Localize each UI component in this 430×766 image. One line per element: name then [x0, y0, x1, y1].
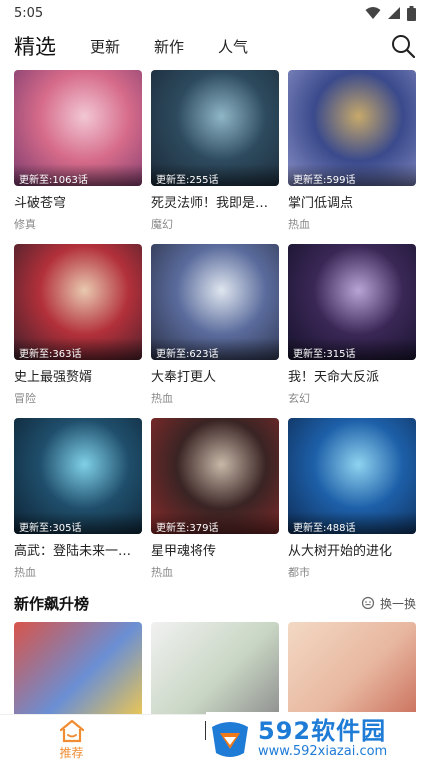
update-badge: 更新至:305话	[14, 512, 142, 534]
comic-cover[interactable]: 更新至:623话	[151, 244, 279, 360]
comic-card[interactable]: 更新至:255话 死灵法师！我即是天灾 魔幻	[151, 70, 279, 244]
cover-art	[151, 622, 279, 722]
comic-card[interactable]: 更新至:1063话 斗破苍穹 修真	[14, 70, 142, 244]
update-badge: 更新至:363话	[14, 338, 142, 360]
watermark-text: 592软件园 www.592xiazai.com	[258, 718, 387, 760]
update-badge: 更新至:315话	[288, 338, 416, 360]
update-badge: 更新至:623话	[151, 338, 279, 360]
comic-genre: 热血	[14, 566, 36, 579]
wifi-icon	[365, 7, 381, 19]
refresh-icon	[361, 596, 375, 610]
comic-title[interactable]: 从大树开始的进化	[288, 540, 416, 559]
update-badge: 更新至:1063话	[14, 164, 142, 186]
comic-title[interactable]: 我！天命大反派	[288, 366, 416, 385]
comic-genre: 玄幻	[288, 392, 310, 405]
nav-recommend[interactable]: 推荐	[0, 715, 143, 766]
update-badge: 更新至:599话	[288, 164, 416, 186]
update-badge: 更新至:379话	[151, 512, 279, 534]
comic-title[interactable]: 斗破苍穹	[14, 192, 142, 211]
comic-card[interactable]: 更新至:379话 星甲魂将传 热血	[151, 418, 279, 592]
nav-recommend-label: 推荐	[59, 746, 84, 760]
comic-genre: 冒险	[14, 392, 36, 405]
search-icon[interactable]	[390, 33, 416, 59]
comic-cover[interactable]: 更新至:379话	[151, 418, 279, 534]
comic-card[interactable]: 更新至:623话 大奉打更人 热血	[151, 244, 279, 418]
comic-cover[interactable]	[151, 622, 279, 722]
refresh-label: 换一换	[379, 596, 416, 611]
comic-genre: 热血	[151, 392, 173, 405]
tab-popular[interactable]: 人气	[218, 36, 248, 57]
status-icons	[365, 5, 416, 21]
watermark-logo-icon	[212, 722, 248, 757]
comic-cover[interactable]: 更新至:599话	[288, 70, 416, 186]
comic-cover[interactable]: 更新至:255话	[151, 70, 279, 186]
top-nav: 精选 更新 新作 人气	[0, 26, 430, 66]
comic-card[interactable]: 更新至:363话 史上最强赘婿 冒险	[14, 244, 142, 418]
comic-title[interactable]: 史上最强赘婿	[14, 366, 142, 385]
tab-featured[interactable]: 精选	[14, 31, 56, 61]
status-bar: 5:05	[0, 0, 430, 26]
comic-title[interactable]: 死灵法师！我即是天灾	[151, 192, 279, 211]
comic-grid: 更新至:1063话 斗破苍穹 修真 更新至:255话 死灵法师！我即是天灾 魔幻…	[14, 70, 416, 592]
update-badge: 更新至:255话	[151, 164, 279, 186]
watermark-brand: 592软件园	[258, 717, 387, 745]
comic-title[interactable]: 大奉打更人	[151, 366, 279, 385]
comic-cover[interactable]: 更新至:488话	[288, 418, 416, 534]
home-icon	[59, 719, 84, 743]
comic-genre: 热血	[151, 566, 173, 579]
comic-card[interactable]: 更新至:315话 我！天命大反派 玄幻	[288, 244, 416, 418]
comic-cover[interactable]: 更新至:363话	[14, 244, 142, 360]
comic-genre: 魔幻	[151, 218, 173, 231]
comic-cover[interactable]: 更新至:305话	[14, 418, 142, 534]
rising-list	[14, 622, 416, 722]
comic-card[interactable]: 更新至:599话 掌门低调点 热血	[288, 70, 416, 244]
comic-card[interactable]: 更新至:488话 从大树开始的进化 都市	[288, 418, 416, 592]
section-header: 新作飙升榜 换一换	[14, 591, 416, 615]
watermark: 592软件园 www.592xiazai.com	[206, 712, 430, 766]
cover-art	[14, 622, 142, 722]
comic-genre: 都市	[288, 566, 310, 579]
cover-art	[288, 622, 416, 722]
comic-cover[interactable]	[14, 622, 142, 722]
battery-icon	[407, 5, 416, 21]
comic-genre: 热血	[288, 218, 310, 231]
comic-cover[interactable]: 更新至:1063话	[14, 70, 142, 186]
comic-title[interactable]: 掌门低调点	[288, 192, 416, 211]
update-badge: 更新至:488话	[288, 512, 416, 534]
watermark-url: www.592xiazai.com	[258, 744, 388, 759]
comic-card[interactable]: 更新至:305话 高武：登陆未来一万年 热血	[14, 418, 142, 592]
refresh-button[interactable]: 换一换	[361, 595, 416, 612]
comic-title[interactable]: 星甲魂将传	[151, 540, 279, 559]
comic-cover[interactable]	[288, 622, 416, 722]
comic-title[interactable]: 高武：登陆未来一万年	[14, 540, 142, 559]
section-title: 新作飙升榜	[14, 594, 90, 613]
comic-genre: 修真	[14, 218, 36, 231]
signal-icon	[388, 7, 400, 19]
tab-updates[interactable]: 更新	[90, 36, 120, 57]
tab-new[interactable]: 新作	[154, 36, 184, 57]
status-time: 5:05	[14, 5, 44, 21]
comic-cover[interactable]: 更新至:315话	[288, 244, 416, 360]
